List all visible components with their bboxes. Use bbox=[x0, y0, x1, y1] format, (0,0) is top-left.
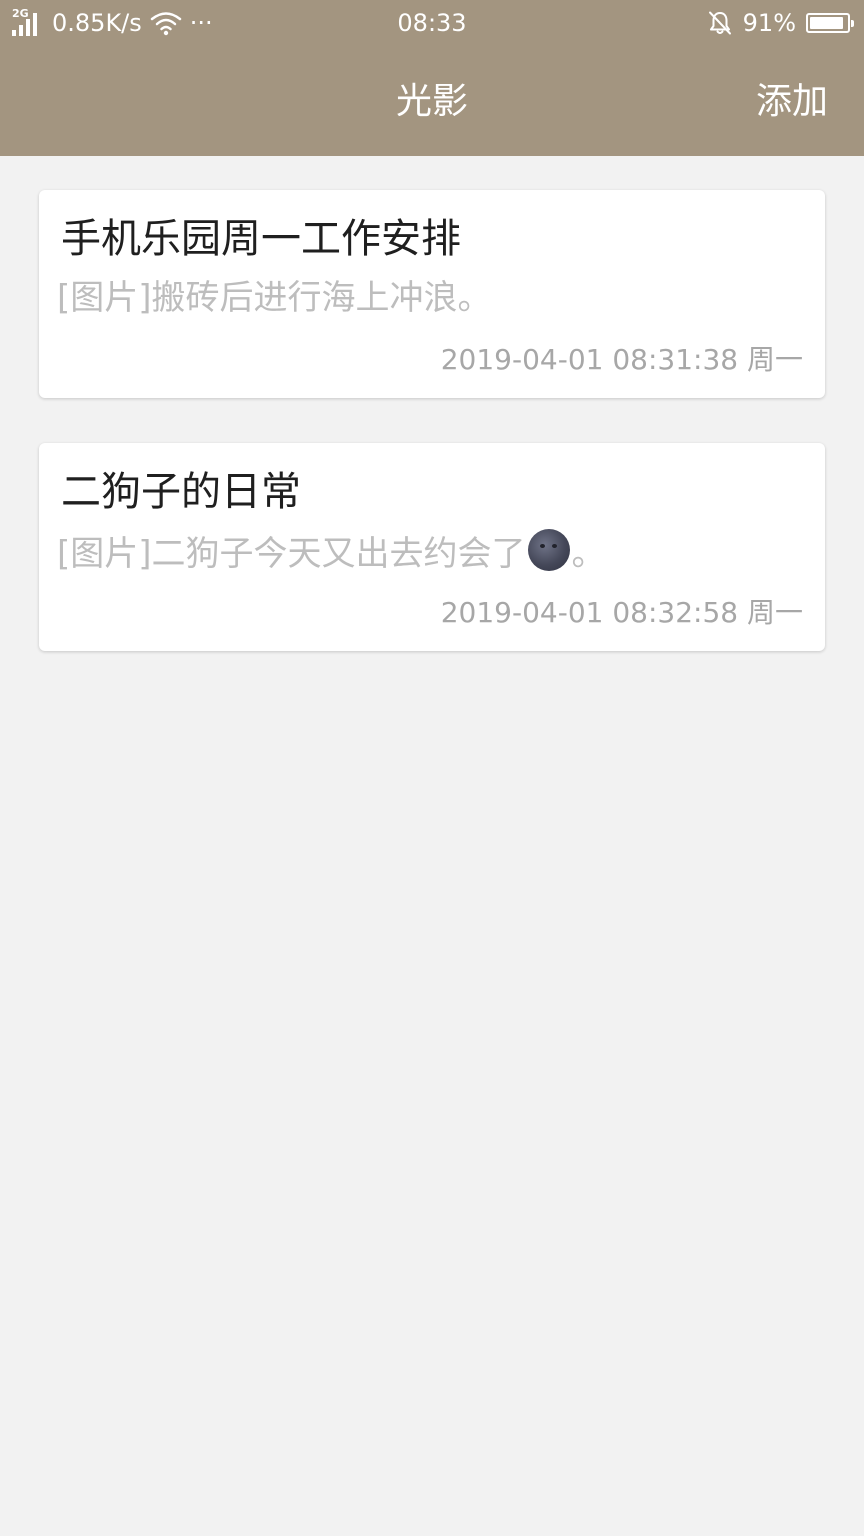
entry-date: 2019-04-01 08:32:58 周一 bbox=[440, 596, 803, 629]
add-button[interactable]: 添加 bbox=[756, 74, 828, 130]
top-bar: 2G 0.85K/s ··· 08:33 91% 光影 添加 bbox=[0, 0, 864, 156]
page-title: 光影 bbox=[395, 81, 468, 122]
new-moon-face-icon bbox=[527, 529, 570, 571]
entry-date: 2019-04-01 08:31:38 周一 bbox=[440, 343, 803, 376]
preview-text: [图片]二狗子今天又出去约会了 bbox=[57, 534, 526, 574]
entry-title: 二狗子的日常 bbox=[61, 469, 301, 515]
entry-preview: [图片]搬砖后进行海上冲浪。 bbox=[57, 278, 492, 318]
status-bar: 2G 0.85K/s ··· 08:33 91% bbox=[0, 0, 864, 46]
bell-muted-icon bbox=[708, 11, 731, 35]
status-right: 91% bbox=[707, 8, 854, 38]
battery-icon bbox=[806, 13, 854, 33]
battery-fill bbox=[810, 17, 843, 29]
preview-punctuation: 。 bbox=[571, 534, 606, 574]
entry-title: 手机乐园周一工作安排 bbox=[61, 216, 461, 262]
list-item[interactable]: 手机乐园周一工作安排 [图片]搬砖后进行海上冲浪。 2019-04-01 08:… bbox=[39, 190, 825, 398]
entry-list: 手机乐园周一工作安排 [图片]搬砖后进行海上冲浪。 2019-04-01 08:… bbox=[39, 190, 825, 696]
entry-preview: [图片]二狗子今天又出去约会了 。 bbox=[57, 529, 606, 576]
list-item[interactable]: 二狗子的日常 [图片]二狗子今天又出去约会了 。 2019-04-01 08:32… bbox=[39, 443, 825, 651]
battery-percent: 91% bbox=[742, 9, 796, 37]
